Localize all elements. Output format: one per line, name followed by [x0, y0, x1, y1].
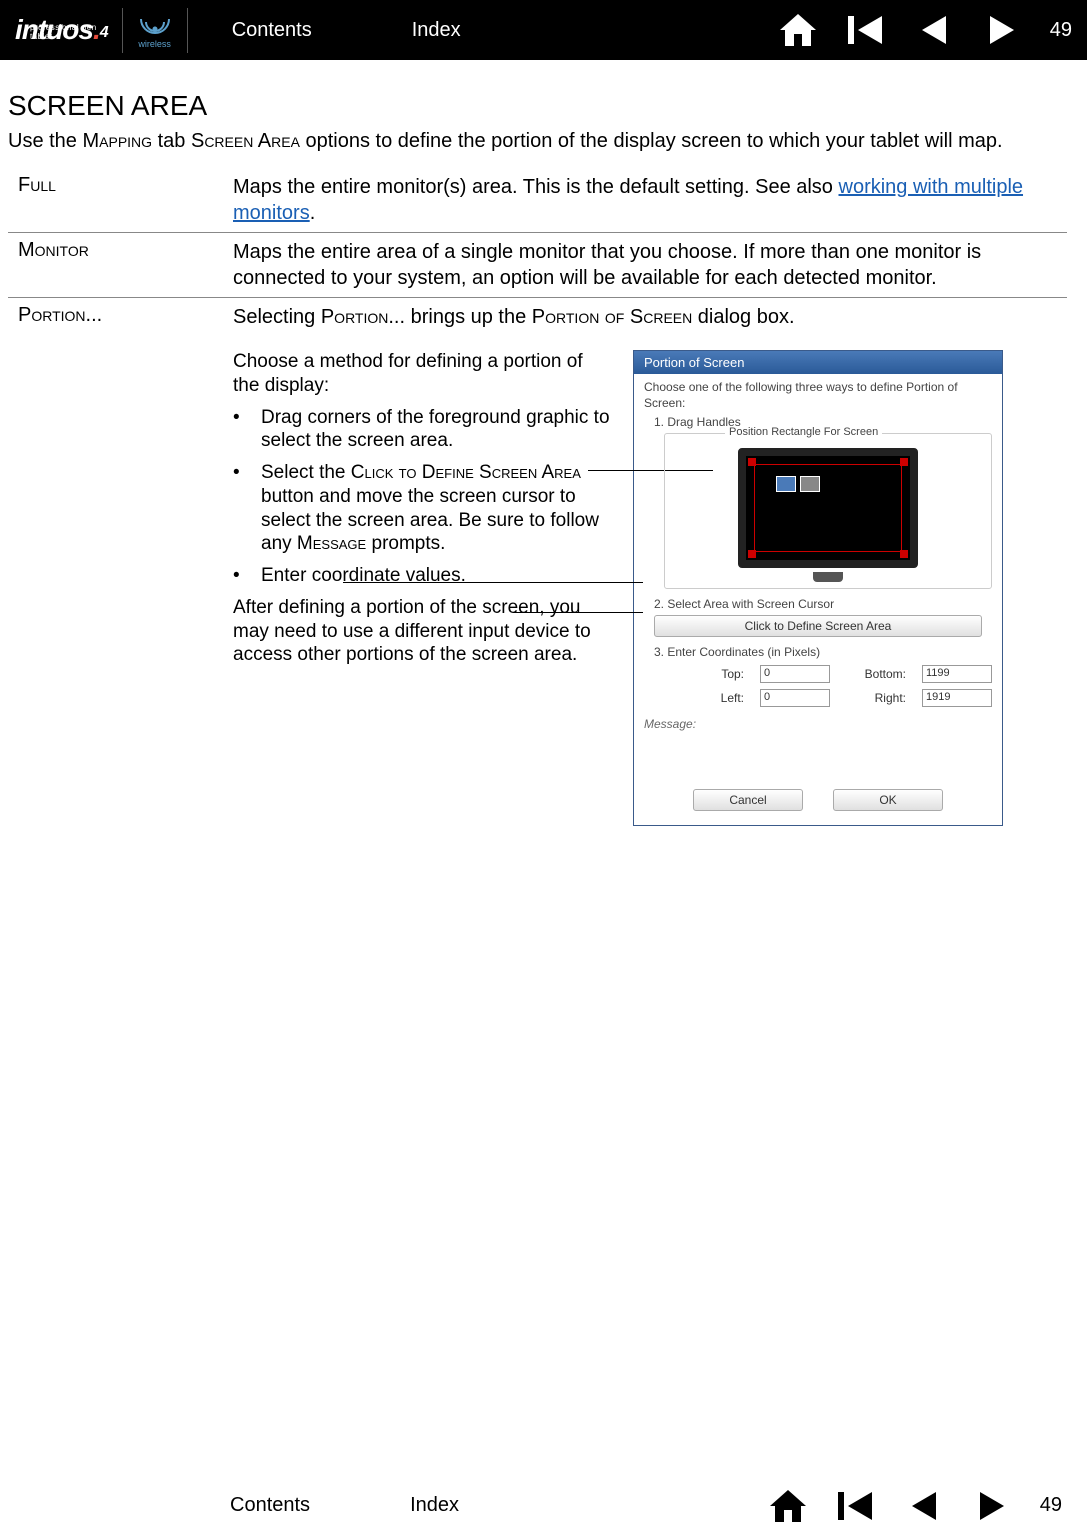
dialog-section-3: 3. Enter Coordinates (in Pixels)	[654, 645, 992, 659]
contents-link[interactable]: Contents	[230, 1494, 310, 1517]
contents-link[interactable]: Contents	[232, 19, 312, 42]
dialog-section-2: 2. Select Area with Screen Cursor	[654, 597, 992, 611]
left-input[interactable]: 0	[760, 689, 830, 707]
index-link[interactable]: Index	[410, 1494, 459, 1517]
prev-page-icon[interactable]	[904, 1487, 944, 1525]
option-label: Full	[8, 174, 233, 226]
option-table: Full Maps the entire monitor(s) area. Th…	[8, 168, 1067, 832]
ok-button[interactable]: OK	[833, 789, 943, 811]
prev-page-icon[interactable]	[914, 11, 954, 49]
option-row-full: Full Maps the entire monitor(s) area. Th…	[8, 168, 1067, 232]
wireless-label: wireless	[138, 39, 171, 49]
message-box	[644, 731, 992, 781]
nav-icons: 49	[778, 11, 1072, 49]
index-link[interactable]: Index	[412, 19, 461, 42]
first-page-icon[interactable]	[846, 11, 886, 49]
bottom-input[interactable]: 1199	[922, 665, 992, 683]
first-page-icon[interactable]	[836, 1487, 876, 1525]
portion-of-screen-dialog: Portion of Screen Choose one of the foll…	[633, 350, 1003, 826]
portion-after: After defining a portion of the screen, …	[233, 596, 613, 667]
page-number: 49	[1050, 19, 1072, 42]
list-item: •Enter coordinate values.	[233, 564, 613, 588]
leader-line	[343, 582, 643, 583]
option-desc: Maps the entire area of a single monitor…	[233, 239, 1067, 291]
header-links: Contents Index	[232, 19, 461, 42]
divider	[187, 8, 188, 53]
wireless-icon: wireless	[137, 11, 173, 49]
logo-tagline: professional pen tablet	[30, 23, 108, 41]
section-title: SCREEN AREA	[8, 90, 1067, 122]
rect-area-title: Position Rectangle For Screen	[725, 426, 882, 438]
option-desc: Maps the entire monitor(s) area. This is…	[233, 174, 1067, 226]
content-area: SCREEN AREA Use the Mapping tab Screen A…	[0, 60, 1087, 852]
intro-text: Use the Mapping tab Screen Area options …	[8, 128, 1067, 154]
define-screen-area-button[interactable]: Click to Define Screen Area	[654, 615, 981, 637]
monitor-graphic[interactable]	[738, 448, 918, 568]
option-label: Monitor	[8, 239, 233, 291]
option-row-monitor: Monitor Maps the entire area of a single…	[8, 232, 1067, 297]
drag-handles-area[interactable]: Position Rectangle For Screen	[664, 433, 992, 589]
right-label: Right:	[846, 691, 906, 705]
bottom-label: Bottom:	[846, 667, 906, 681]
top-input[interactable]: 0	[760, 665, 830, 683]
footer-bar: Contents Index 49	[0, 1484, 1087, 1527]
dialog-title: Portion of Screen	[634, 351, 1002, 374]
next-page-icon[interactable]	[982, 11, 1022, 49]
leader-line	[513, 612, 643, 613]
home-icon[interactable]	[778, 11, 818, 49]
portion-instructions: Choose a method for defining a portion o…	[8, 350, 613, 826]
coordinates-grid: Top: 0 Bottom: 1199 Left: 0 Right: 1919	[684, 665, 972, 707]
option-desc: Selecting Portion... brings up the Porti…	[233, 304, 1067, 330]
logo-area: intuos.4 professional pen tablet	[15, 14, 108, 46]
option-label: Portion...	[8, 304, 233, 330]
message-label: Message:	[644, 717, 992, 731]
right-input[interactable]: 1919	[922, 689, 992, 707]
left-label: Left:	[684, 691, 744, 705]
header-bar: intuos.4 professional pen tablet wireles…	[0, 0, 1087, 60]
portion-intro: Choose a method for defining a portion o…	[233, 350, 613, 398]
list-item: •Drag corners of the foreground graphic …	[233, 406, 613, 454]
top-label: Top:	[684, 667, 744, 681]
page-number: 49	[1040, 1494, 1062, 1517]
divider	[122, 8, 123, 53]
dialog-container: Portion of Screen Choose one of the foll…	[633, 350, 1003, 826]
dialog-intro: Choose one of the following three ways t…	[644, 380, 992, 411]
next-page-icon[interactable]	[972, 1487, 1012, 1525]
home-icon[interactable]	[768, 1487, 808, 1525]
footer-nav-icons: 49	[768, 1487, 1062, 1525]
cancel-button[interactable]: Cancel	[693, 789, 803, 811]
list-item: •Select the Click to Define Screen Area …	[233, 461, 613, 556]
footer-links: Contents Index	[230, 1494, 459, 1517]
option-row-portion: Portion... Selecting Portion... brings u…	[8, 297, 1067, 832]
